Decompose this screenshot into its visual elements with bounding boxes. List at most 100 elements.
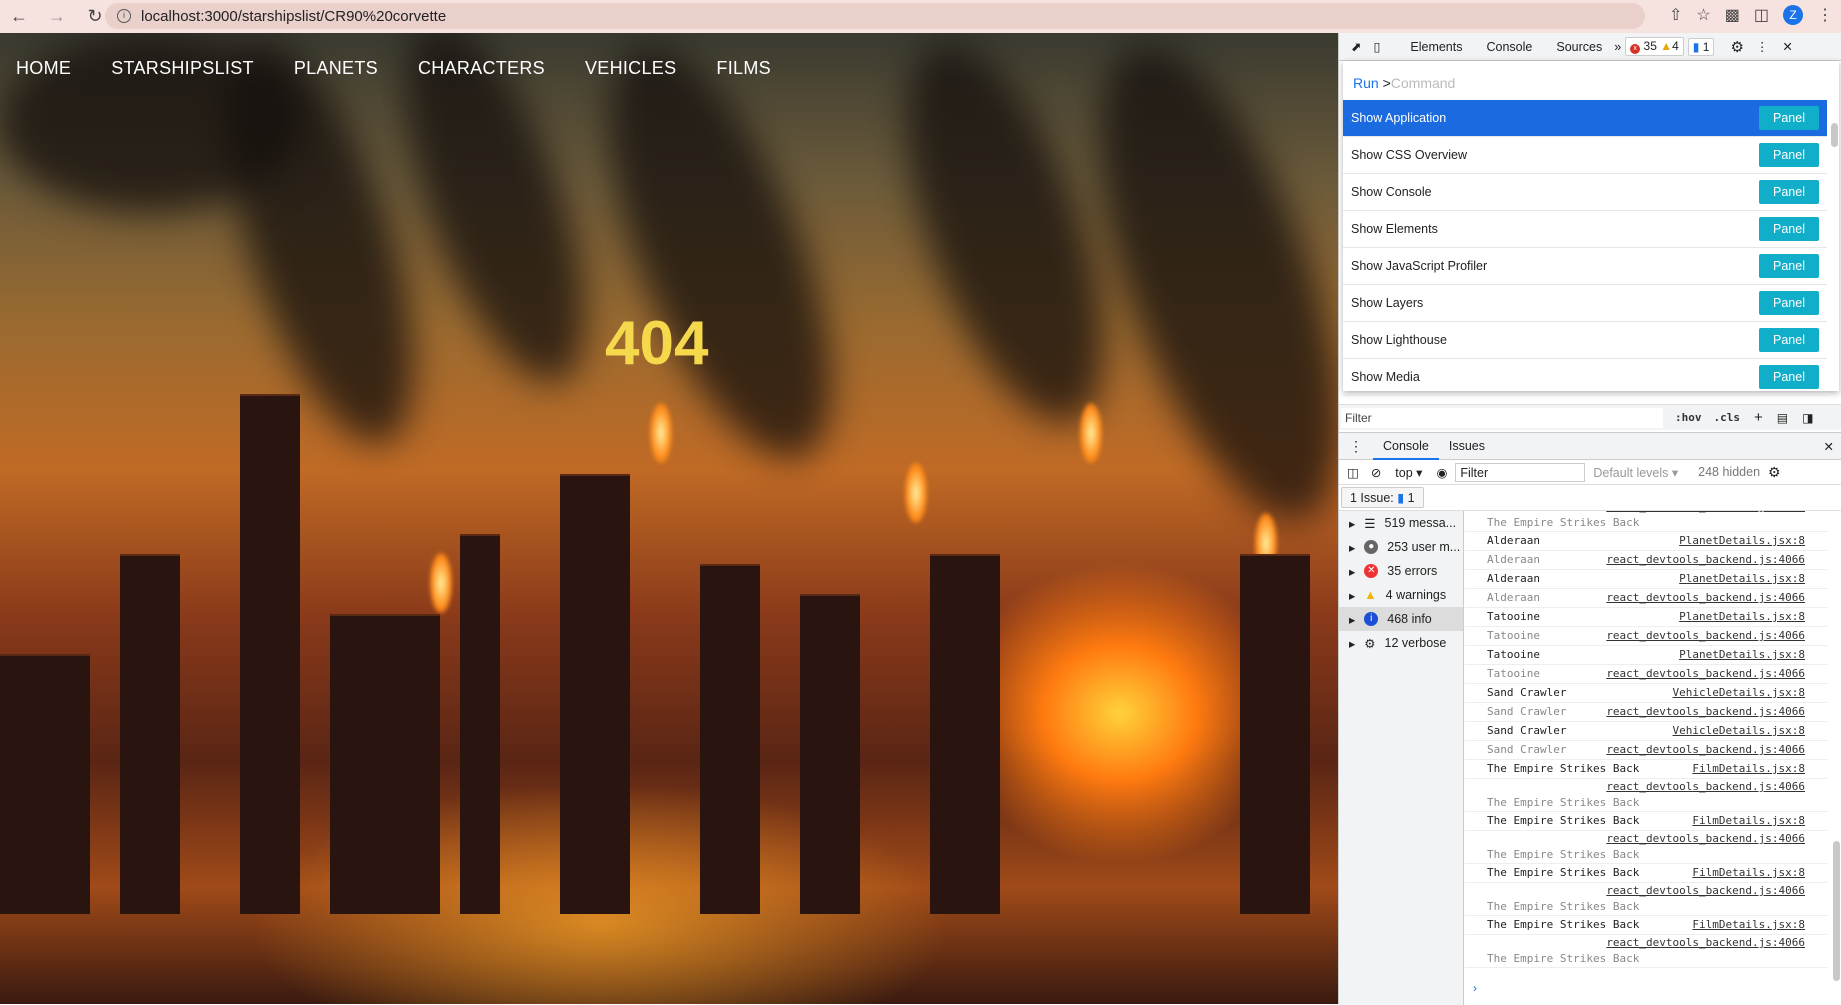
tab-sources[interactable]: Sources [1556, 40, 1602, 54]
inspect-icon[interactable]: ⬈ [1351, 39, 1361, 54]
command-input[interactable]: Run >Command [1343, 61, 1839, 100]
command-item[interactable]: Show Elements Panel [1343, 211, 1827, 248]
console-scrollbar[interactable] [1833, 841, 1840, 981]
device-icon[interactable]: ▯ [1373, 39, 1380, 54]
cls-toggle[interactable]: .cls [1714, 411, 1741, 424]
command-item[interactable]: Show Console Panel [1343, 174, 1827, 211]
nav-films[interactable]: FILMS [716, 58, 771, 79]
styles-filter-input[interactable]: Filter [1341, 407, 1663, 428]
drawer-tab-issues[interactable]: Issues [1439, 433, 1495, 460]
issues-badge[interactable]: ▮ 1 [1687, 37, 1715, 56]
log-row: The Empire Strikes Back FilmDetails.jsx:8 [1465, 760, 1827, 779]
panel-button[interactable]: Panel [1759, 217, 1819, 241]
log-row: The Empire Strikes Back react_devtools_ba… [1465, 779, 1827, 812]
log-source-link[interactable]: react_devtools_backend.js:4066 [1606, 780, 1805, 793]
sidebar-errors[interactable]: ▸ ✕ 35 errors [1339, 559, 1463, 583]
clear-icon[interactable]: ⊘ [1371, 465, 1381, 480]
nav-starshipslist[interactable]: STARSHIPSLIST [111, 58, 254, 79]
eye-icon[interactable]: ◉ [1436, 465, 1447, 480]
nav-planets[interactable]: PLANETS [294, 58, 378, 79]
log-source-link[interactable]: PlanetDetails.jsx:8 [1679, 648, 1805, 661]
sidebar-messages[interactable]: ▸ ☰ 519 messa... [1339, 511, 1463, 535]
panel-button[interactable]: Panel [1759, 180, 1819, 204]
command-item[interactable]: Show CSS Overview Panel [1343, 137, 1827, 174]
log-source-link[interactable]: PlanetDetails.jsx:8 [1679, 534, 1805, 547]
log-source-link[interactable]: react_devtools_backend.js:4066 [1606, 629, 1805, 642]
log-row: Sand Crawler VehicleDetails.jsx:8 [1465, 684, 1827, 703]
extensions-icon[interactable]: ▩ [1725, 5, 1740, 25]
console-filter-input[interactable]: Filter [1455, 462, 1586, 482]
sidepanel-icon[interactable]: ◫ [1754, 5, 1769, 25]
star-icon[interactable]: ☆ [1696, 5, 1710, 25]
context-select[interactable]: top ▾ [1395, 465, 1422, 480]
log-message: Tatooine [1487, 629, 1540, 642]
paint-icon[interactable]: ▤ [1777, 411, 1788, 425]
log-source-link[interactable]: FilmDetails.jsx:8 [1692, 814, 1805, 827]
log-source-link[interactable]: FilmDetails.jsx:8 [1692, 762, 1805, 775]
panel-button[interactable]: Panel [1759, 106, 1819, 130]
palette-scrollbar[interactable] [1831, 123, 1838, 147]
console-settings-icon[interactable]: ⚙ [1768, 464, 1781, 481]
log-source-link[interactable]: react_devtools_backend.js:4066 [1606, 884, 1805, 897]
log-source-link[interactable]: FilmDetails.jsx:8 [1692, 918, 1805, 931]
command-item[interactable]: Show Lighthouse Panel [1343, 322, 1827, 359]
log-source-link[interactable]: PlanetDetails.jsx:8 [1679, 610, 1805, 623]
log-source-link[interactable]: react_devtools_backend.js:4066 [1606, 511, 1805, 513]
sidebar-user-messages[interactable]: ▸ ● 253 user m... [1339, 535, 1463, 559]
log-source-link[interactable]: react_devtools_backend.js:4066 [1606, 591, 1805, 604]
command-item[interactable]: Show Application Panel [1343, 100, 1827, 137]
command-item[interactable]: Show Layers Panel [1343, 285, 1827, 322]
log-source-link[interactable]: react_devtools_backend.js:4066 [1606, 832, 1805, 845]
share-icon[interactable]: ⇧ [1669, 5, 1682, 25]
log-source-link[interactable]: PlanetDetails.jsx:8 [1679, 572, 1805, 585]
log-source-link[interactable]: react_devtools_backend.js:4066 [1606, 936, 1805, 949]
prompt-icon[interactable]: › [1473, 981, 1477, 995]
sidebar-warnings[interactable]: ▸ ▲ 4 warnings [1339, 583, 1463, 607]
log-message: The Empire Strikes Back [1487, 866, 1640, 879]
panel-button[interactable]: Panel [1759, 365, 1819, 389]
avatar[interactable]: Z [1783, 5, 1803, 25]
levels-select[interactable]: Default levels ▾ [1593, 465, 1678, 480]
close-icon[interactable]: ✕ [1782, 39, 1792, 54]
command-item[interactable]: Show Media Panel [1343, 359, 1827, 396]
nav-home[interactable]: HOME [16, 58, 71, 79]
log-message: Alderaan [1487, 553, 1540, 566]
drawer-menu-icon[interactable]: ⋮ [1349, 438, 1363, 455]
tab-console[interactable]: Console [1486, 40, 1532, 54]
error-warning-badge[interactable]: x 35 ▲4 [1625, 37, 1684, 56]
add-rule-icon[interactable]: + [1754, 409, 1763, 426]
log-source-link[interactable]: react_devtools_backend.js:4066 [1606, 743, 1805, 756]
panel-button[interactable]: Panel [1759, 328, 1819, 352]
log-source-link[interactable]: VehicleDetails.jsx:8 [1673, 686, 1805, 699]
log-source-link[interactable]: react_devtools_backend.js:4066 [1606, 667, 1805, 680]
toggle-sidebar-icon[interactable]: ◨ [1802, 411, 1813, 425]
log-source-link[interactable]: react_devtools_backend.js:4066 [1606, 705, 1805, 718]
address-bar[interactable]: i localhost:3000/starshipslist/CR90%20cor… [105, 3, 1645, 29]
back-icon[interactable]: ← [0, 6, 38, 27]
menu-icon[interactable]: ⋮ [1817, 5, 1833, 25]
issues-link[interactable]: 1 Issue: ▮ 1 [1341, 487, 1424, 508]
drawer-close-icon[interactable]: ✕ [1824, 439, 1834, 454]
forward-icon[interactable]: → [38, 6, 76, 27]
log-source-link[interactable]: VehicleDetails.jsx:8 [1673, 724, 1805, 737]
command-item[interactable]: Show JavaScript Profiler Panel [1343, 248, 1827, 285]
styles-filter-bar: Filter :hov .cls + ▤ ◨ [1339, 404, 1841, 430]
info-icon[interactable]: i [117, 9, 131, 23]
hov-toggle[interactable]: :hov [1675, 411, 1702, 424]
log-source-link[interactable]: react_devtools_backend.js:4066 [1606, 553, 1805, 566]
nav-characters[interactable]: CHARACTERS [418, 58, 545, 79]
panel-button[interactable]: Panel [1759, 143, 1819, 167]
panel-button[interactable]: Panel [1759, 254, 1819, 278]
sidebar-toggle-icon[interactable]: ◫ [1347, 465, 1359, 480]
tab-elements[interactable]: Elements [1410, 40, 1462, 54]
sidebar-verbose[interactable]: ▸ ⚙ 12 verbose [1339, 631, 1463, 655]
more-tabs-icon[interactable]: » [1614, 40, 1621, 54]
panel-button[interactable]: Panel [1759, 291, 1819, 315]
nav-vehicles[interactable]: VEHICLES [585, 58, 676, 79]
drawer-tab-console[interactable]: Console [1373, 433, 1439, 460]
sidebar-info[interactable]: ▸ i 468 info [1339, 607, 1463, 631]
kebab-icon[interactable]: ⋮ [1756, 39, 1769, 54]
issue-icon: ▮ [1397, 491, 1405, 505]
log-source-link[interactable]: FilmDetails.jsx:8 [1692, 866, 1805, 879]
settings-icon[interactable]: ⚙ [1730, 38, 1743, 56]
